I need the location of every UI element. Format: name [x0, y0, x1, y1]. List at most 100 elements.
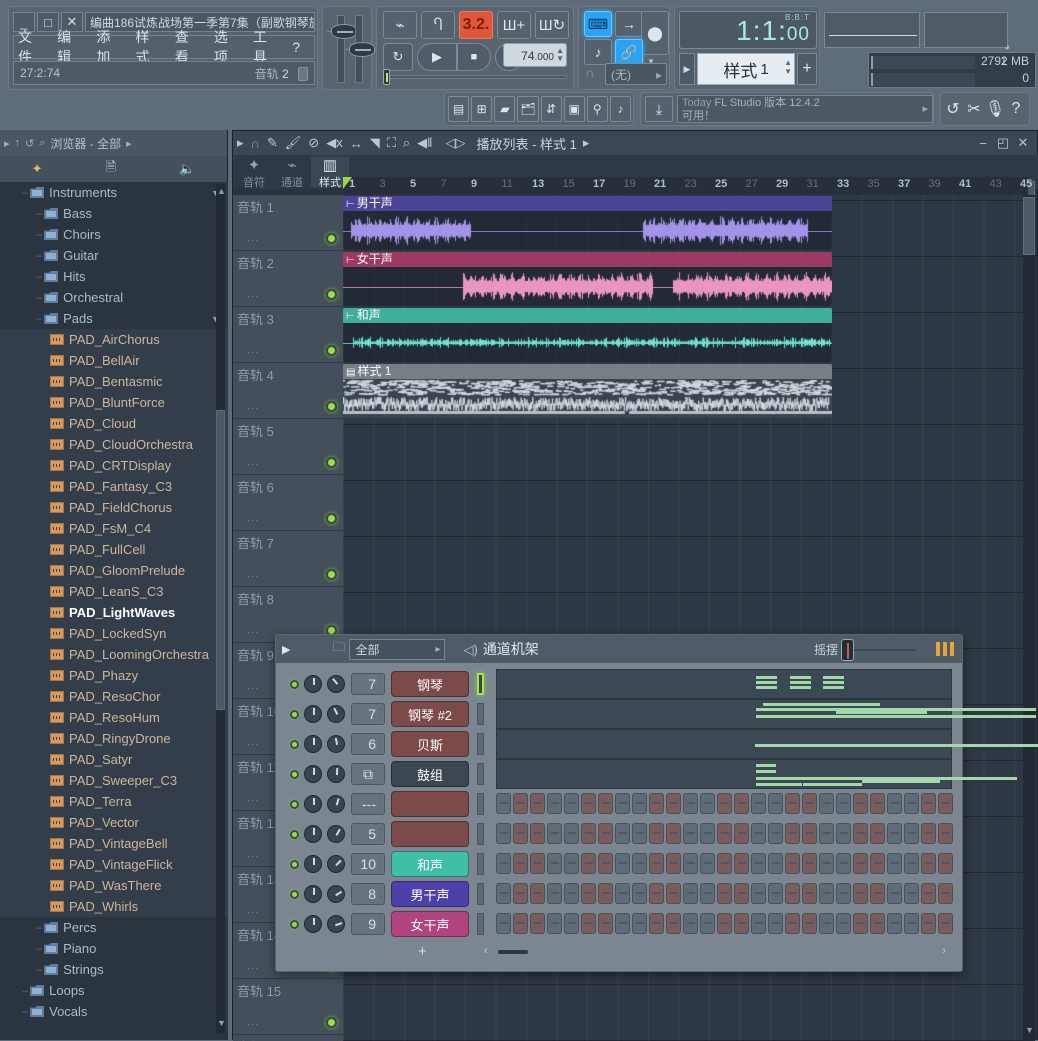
channel-selected-indicator[interactable] [477, 673, 484, 695]
track-enable-led[interactable] [326, 401, 337, 412]
sequencer-step[interactable] [734, 823, 749, 844]
sequencer-step[interactable] [785, 913, 800, 934]
sequencer-step[interactable] [496, 913, 511, 934]
sequencer-step[interactable] [683, 883, 698, 904]
sequencer-step[interactable] [751, 883, 766, 904]
channel-name-button[interactable]: 贝斯 [391, 731, 469, 757]
channel-volume-knob[interactable] [323, 821, 349, 847]
add-channel-button[interactable]: + [418, 943, 427, 960]
browser-chevron-icon[interactable]: ▸ [126, 137, 132, 150]
playlist-track-header[interactable]: 音轨 2... [233, 251, 343, 307]
play-arrow-icon[interactable]: ▸ [4, 137, 10, 150]
browser-folder-item[interactable]: – Hits [0, 266, 228, 287]
headphone-icon[interactable]: ∩ [251, 136, 260, 151]
sequencer-step[interactable] [904, 823, 919, 844]
track-enable-led[interactable] [326, 457, 337, 468]
layers-icon[interactable]: ⧉ [351, 763, 385, 785]
play-button[interactable]: ▶ [417, 43, 457, 71]
browser-file-item[interactable]: PAD_Vector [0, 812, 228, 833]
sequencer-step[interactable] [921, 913, 936, 934]
playlist-track-header[interactable]: 音轨 4... [233, 363, 343, 419]
channel-pan-knob[interactable] [304, 735, 322, 753]
browser-file-item[interactable]: PAD_LoomingOrchestra [0, 644, 228, 665]
paint-icon[interactable]: 🖌 [285, 135, 302, 151]
sequencer-step[interactable] [700, 913, 715, 934]
sequencer-step[interactable] [581, 883, 596, 904]
channel-mute-led[interactable] [290, 799, 299, 809]
plugin-picker-icon[interactable]: ⚲ [586, 96, 608, 122]
playlist-minimize-button[interactable]: − [973, 136, 993, 151]
playlist-speaker-icon[interactable]: ◁▷ [445, 135, 465, 151]
channel-rack-icon[interactable]: ⊞ [471, 96, 493, 122]
sequencer-step[interactable] [836, 793, 851, 814]
browser-file-item[interactable]: PAD_BluntForce [0, 392, 228, 413]
sequencer-step[interactable] [632, 883, 647, 904]
browser-file-item[interactable]: PAD_FieldChorus [0, 497, 228, 518]
browser-folder-item[interactable]: – Strings [0, 959, 228, 980]
channel-mute-led[interactable] [290, 829, 299, 839]
sequencer-step[interactable] [598, 853, 613, 874]
sequencer-step[interactable] [615, 823, 630, 844]
browser-folder-item[interactable]: – Orchestral [0, 287, 228, 308]
update-message[interactable]: Today FL Studio 版本 12.4.2 可用！ ▸ [677, 95, 933, 123]
sequencer-step[interactable] [717, 913, 732, 934]
sequencer-step[interactable] [649, 883, 664, 904]
track-options-icon[interactable]: ... [247, 568, 259, 580]
clip-header[interactable]: ▤ 样式 1 [343, 364, 832, 379]
sequencer-step[interactable] [938, 793, 953, 814]
sequencer-step[interactable] [870, 913, 885, 934]
playlist-track-header[interactable]: 音轨 1... [233, 195, 343, 251]
sequencer-step[interactable] [547, 793, 562, 814]
channel-volume-knob[interactable] [323, 671, 349, 697]
mic-icon[interactable]: 🎙 [985, 96, 1005, 122]
browser-folder-item[interactable]: – Vocals [0, 1001, 228, 1022]
browser-file-item[interactable]: PAD_Satyr [0, 749, 228, 770]
sequencer-step[interactable] [615, 913, 630, 934]
sequencer-step[interactable] [649, 823, 664, 844]
track-options-icon[interactable]: ... [247, 232, 259, 244]
mute-icon[interactable]: ◀x [326, 135, 343, 151]
arrow-icon[interactable]: → [615, 11, 643, 37]
rack-scroll-right-icon[interactable]: › [942, 945, 946, 957]
browser-scroll-thumb[interactable] [216, 410, 225, 710]
channel-mixer-track[interactable]: 9 › ‹ [351, 913, 385, 935]
sequencer-step[interactable] [785, 853, 800, 874]
channel-pan-knob[interactable] [304, 705, 322, 723]
channel-name-button[interactable]: 男干声 [391, 881, 469, 907]
sequencer-step[interactable] [870, 853, 885, 874]
browser-file-item[interactable]: PAD_ResoChor [0, 686, 228, 707]
track-options-icon[interactable]: ... [247, 792, 259, 804]
browser-file-item[interactable]: PAD_RingyDrone [0, 728, 228, 749]
sequencer-step[interactable] [717, 883, 732, 904]
sequencer-step[interactable] [666, 853, 681, 874]
track-enable-led[interactable] [326, 233, 337, 244]
overlay-notes-button[interactable]: Ш+ [497, 11, 531, 39]
track-options-icon[interactable]: ... [247, 904, 259, 916]
sequencer-step[interactable] [598, 793, 613, 814]
channel-row[interactable]: 8 › ‹ 男干声 [284, 879, 956, 909]
sequencer-step[interactable] [666, 823, 681, 844]
channel-track-spinner[interactable]: › ‹ [380, 916, 382, 932]
browser-file-item[interactable]: PAD_LockedSyn [0, 623, 228, 644]
playlist-clip[interactable]: ⊢ 女干声 [343, 252, 832, 306]
channel-mixer-track[interactable]: 8 › ‹ [351, 883, 385, 905]
browser-file-item[interactable]: PAD_Sweeper_C3 [0, 770, 228, 791]
pattern-menu-button[interactable]: ▶ [679, 53, 695, 85]
sequencer-step[interactable] [683, 793, 698, 814]
channel-pan-knob[interactable] [304, 885, 322, 903]
sequencer-step[interactable] [530, 853, 545, 874]
sequencer-step[interactable] [513, 913, 528, 934]
browser-folder-item[interactable]: – Guitar [0, 245, 228, 266]
sequencer-step[interactable] [904, 853, 919, 874]
channel-rack-menu-button[interactable]: ▶ [282, 643, 290, 656]
track-enable-led[interactable] [326, 289, 337, 300]
playlist-menu-chevron-icon[interactable]: ▸ [583, 135, 590, 151]
channel-name-button[interactable] [391, 791, 469, 817]
cut-icon[interactable]: ✂ [964, 96, 984, 122]
sequencer-step[interactable] [632, 823, 647, 844]
sequencer-step[interactable] [598, 823, 613, 844]
project-picker-icon[interactable]: ▣ [563, 96, 585, 122]
sequencer-step[interactable] [938, 853, 953, 874]
channel-select-bar[interactable] [477, 733, 484, 755]
channel-volume-knob[interactable] [323, 701, 349, 727]
